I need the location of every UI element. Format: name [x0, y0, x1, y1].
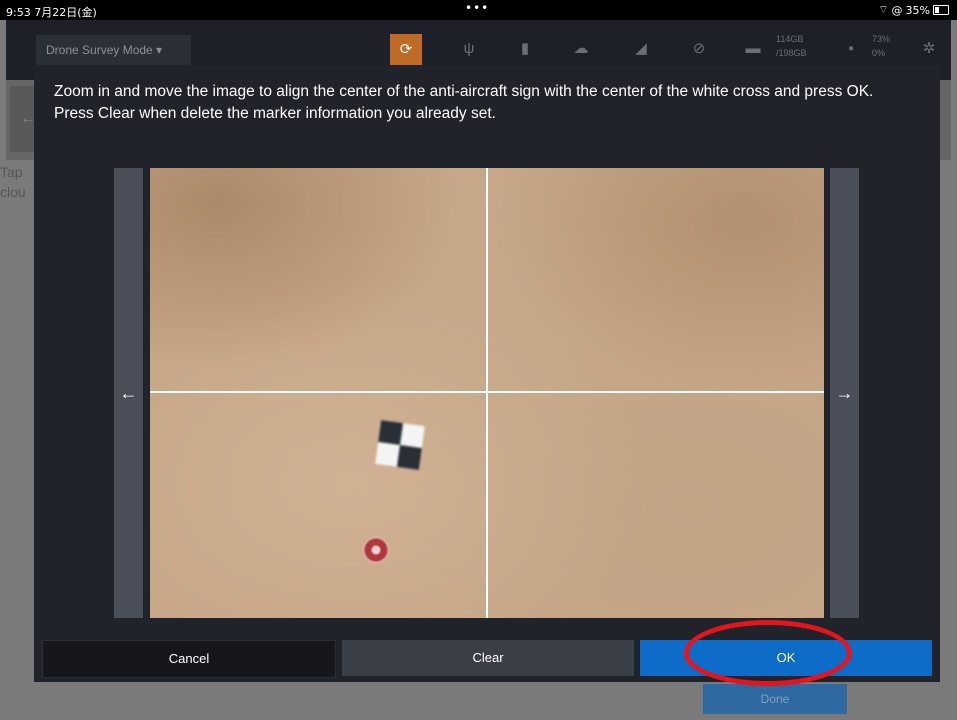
- battery-icon: [933, 5, 949, 15]
- satellite-icon[interactable]: ⊘: [690, 40, 708, 58]
- status-bar: 9:53 7月22日(金) ••• ⌔ @ 35%: [0, 0, 957, 20]
- instructions: Zoom in and move the image to align the …: [54, 81, 924, 125]
- status-right: ⌔ @ 35%: [878, 3, 949, 17]
- anti-aircraft-marker: [375, 420, 425, 470]
- drone-battery-readout: 73% 0%: [872, 34, 891, 58]
- next-image-button[interactable]: →: [830, 168, 859, 618]
- battery-percent: 35%: [905, 3, 930, 17]
- ok-highlight-ring: [684, 620, 852, 686]
- previous-image-button[interactable]: ←: [114, 168, 143, 618]
- background-text: Tap clou: [0, 164, 26, 200]
- storage-readout: 114GB/198GB: [776, 34, 807, 58]
- lock-icon: ▪: [848, 40, 854, 57]
- clear-button[interactable]: Clear: [342, 640, 634, 676]
- arrow-right-icon: →: [835, 383, 854, 403]
- crosshair-vertical: [486, 168, 488, 618]
- folder-icon[interactable]: ▬: [744, 40, 762, 58]
- done-button[interactable]: Done: [703, 684, 847, 714]
- cloud-icon[interactable]: ☁: [572, 40, 590, 58]
- aerial-photo-viewer[interactable]: [150, 168, 824, 618]
- marker-align-dialog: Zoom in and move the image to align the …: [34, 65, 940, 682]
- mode-selector[interactable]: Drone Survey Mode ▾: [36, 35, 191, 65]
- instruction-line-1: Zoom in and move the image to align the …: [54, 83, 874, 100]
- signal-icon[interactable]: ◢: [632, 40, 650, 58]
- sync-icon[interactable]: ⟳: [390, 34, 422, 66]
- crosshair-horizontal: [150, 391, 824, 393]
- red-target-object: [362, 536, 390, 564]
- multitask-dots[interactable]: •••: [465, 1, 489, 15]
- sd-card-icon[interactable]: ▮: [516, 40, 534, 58]
- settings-gear-icon[interactable]: ✲: [920, 40, 938, 58]
- cancel-button[interactable]: Cancel: [42, 640, 336, 678]
- wifi-icon: ⌔: [878, 3, 889, 16]
- status-time: 9:53 7月22日(金): [6, 6, 97, 19]
- usb-icon[interactable]: ψ: [460, 40, 478, 58]
- arrow-left-icon: ←: [119, 383, 138, 403]
- rotation-lock-icon: @: [891, 3, 903, 17]
- instruction-line-2: Press Clear when delete the marker infor…: [54, 105, 496, 122]
